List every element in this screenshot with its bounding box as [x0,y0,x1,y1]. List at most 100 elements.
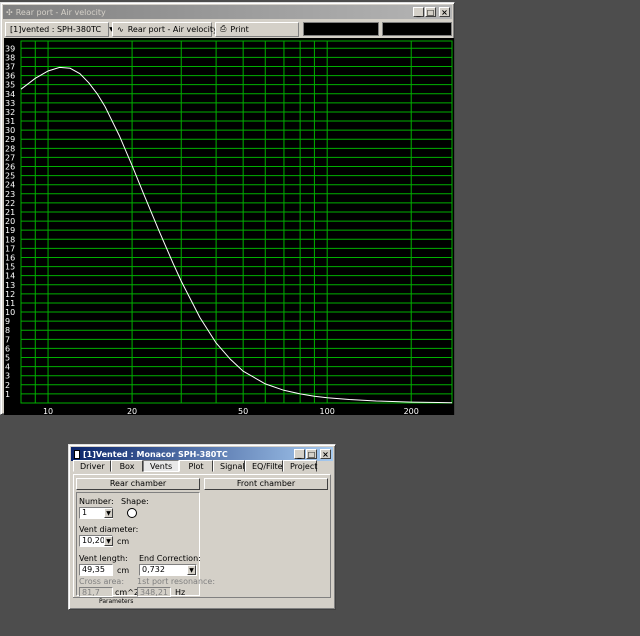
y-tick-label: 16 [5,253,15,262]
close-button[interactable]: × [320,449,331,459]
y-tick-label: 4 [5,363,10,372]
circle-shape-icon[interactable] [127,508,137,518]
y-tick-label: 39 [5,44,15,53]
y-tick-label: 5 [5,354,10,363]
tab-driver[interactable]: Driver [73,460,111,472]
tab-plot[interactable]: Plot [179,460,213,472]
dialog-tabs: Driver Box Vents Plot Signal EQ/Filter P… [73,460,331,473]
maximize-button[interactable]: □ [425,7,436,17]
graph-toolbar: [1]vented : SPH-380TC ▼ ∿ Rear port - Ai… [3,20,452,38]
project-dropdown-label: [1]vented : SPH-380TC [10,24,102,34]
end-correction-label: End Correction: [139,554,201,563]
vents-panel: Rear chamber Front chamber Number: Shape… [73,474,331,598]
chevron-down-icon[interactable]: ▼ [104,536,113,546]
y-tick-label: 36 [5,72,15,81]
graph-window-title: Rear port - Air velocity [15,7,106,17]
rear-chamber-button[interactable]: Rear chamber [76,478,200,490]
tab-box[interactable]: Box [111,460,143,472]
y-tick-label: 29 [5,135,15,144]
y-tick-label: 13 [5,281,15,290]
air-velocity-plot[interactable]: 1234567891011121314151617181920212223242… [4,38,454,415]
tab-eq-filter[interactable]: EQ/Filter [245,460,286,472]
project-dropdown[interactable]: [1]vented : SPH-380TC ▼ [5,21,114,37]
y-tick-label: 26 [5,163,15,172]
y-tick-label: 25 [5,172,15,181]
vent-length-unit: cm [117,566,130,575]
status-bar: Parameters [73,597,331,606]
dialog-titlebar[interactable]: [1]Vented : Monacor SPH-380TC _ □ × [71,447,333,461]
printer-icon: ⎙ [220,24,227,33]
y-tick-label: 19 [5,226,15,235]
tab-project[interactable]: Project [283,460,317,472]
graph-window: ✣ Rear port - Air velocity _ □ × [1]vent… [0,2,455,415]
y-tick-label: 3 [5,372,10,381]
y-tick-label: 23 [5,190,15,199]
graph-window-titlebar[interactable]: ✣ Rear port - Air velocity _ □ × [3,5,452,19]
x-tick-label: 100 [320,407,335,415]
x-tick-label: 10 [43,407,53,415]
port-resonance-label: 1st port resonance: [137,577,216,586]
number-label: Number: [79,497,114,506]
y-tick-label: 28 [5,144,15,153]
rear-chamber-group: Number: Shape: 1 ▼ Vent diameter: 10,20 … [76,492,215,597]
y-tick-label: 20 [5,217,15,226]
vent-length-field[interactable]: 49,35 [79,564,113,576]
y-tick-label: 37 [5,62,15,71]
x-tick-label: 200 [404,407,419,415]
tab-vents[interactable]: Vents [143,460,179,472]
graph-type-label: Rear port - Air velocity [127,24,218,34]
shape-label: Shape: [121,497,149,506]
vent-diameter-unit: cm [117,537,130,546]
port-resonance-field: 348,21 [137,587,171,597]
readout-box-1 [303,22,379,36]
y-tick-label: 1 [5,390,10,399]
y-tick-label: 22 [5,199,15,208]
y-tick-label: 11 [5,299,15,308]
chevron-down-icon[interactable]: ▼ [187,565,196,575]
x-tick-label: 50 [238,407,248,415]
y-tick-label: 8 [5,326,10,335]
close-button[interactable]: × [439,7,450,17]
print-button[interactable]: ⎙ Print [215,21,299,37]
y-tick-label: 17 [5,244,15,253]
y-tick-label: 32 [5,108,15,117]
y-tick-label: 10 [5,308,15,317]
y-tick-label: 15 [5,263,15,272]
vented-dialog: [1]Vented : Monacor SPH-380TC _ □ × Driv… [68,444,336,610]
vent-diameter-label: Vent diameter: [79,525,139,534]
readout-box-2 [382,22,452,36]
print-label: Print [230,24,249,34]
y-tick-label: 14 [5,272,15,281]
y-tick-labels: 1234567891011121314151617181920212223242… [5,44,15,399]
status-text: Parameters [99,598,134,605]
y-tick-label: 38 [5,53,15,62]
app-icon [74,449,80,459]
plot-grid [20,40,453,404]
y-tick-label: 21 [5,208,15,217]
tab-signal[interactable]: Signal [213,460,245,472]
x-tick-label: 20 [127,407,137,415]
y-tick-label: 18 [5,235,15,244]
y-tick-label: 12 [5,290,15,299]
air-velocity-curve [20,66,453,404]
y-tick-label: 9 [5,317,10,326]
cross-area-field: 81,7 [79,587,113,597]
front-chamber-button[interactable]: Front chamber [204,478,328,490]
graph-type-dropdown[interactable]: ∿ Rear port - Air velocity ▼ [112,21,230,37]
y-tick-label: 30 [5,126,15,135]
minimize-button[interactable]: _ [294,449,305,459]
y-tick-label: 31 [5,117,15,126]
minimize-button[interactable]: _ [413,7,424,17]
wave-icon: ∿ [117,24,124,34]
y-tick-label: 24 [5,181,15,190]
y-tick-label: 6 [5,344,10,353]
cross-area-unit: cm^2 [115,588,139,597]
y-tick-label: 33 [5,99,15,108]
y-tick-label: 2 [5,381,10,390]
port-resonance-unit: Hz [175,588,186,597]
pin-icon: ✣ [6,7,13,17]
y-tick-label: 27 [5,153,15,162]
y-tick-label: 34 [5,90,15,99]
maximize-button[interactable]: □ [306,449,317,459]
chevron-down-icon[interactable]: ▼ [104,508,113,518]
